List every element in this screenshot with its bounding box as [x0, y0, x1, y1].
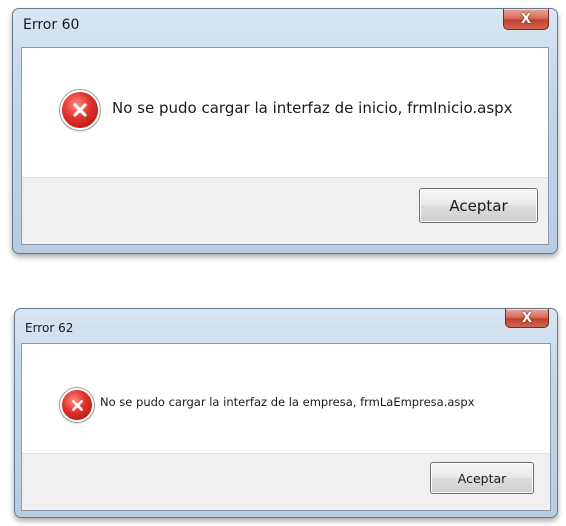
close-button[interactable]: X [505, 309, 549, 328]
close-icon: X [521, 310, 533, 326]
error-dialog-60: Error 60 X No se pudo cargar la interfaz… [12, 8, 558, 254]
error-icon [60, 388, 94, 422]
close-icon: X [520, 11, 532, 27]
dialog-body: No se pudo cargar la interfaz de inicio,… [21, 47, 549, 245]
error-dialog-62: Error 62 X No se pudo cargar la interfaz… [14, 308, 558, 518]
accept-button-label: Aceptar [457, 470, 507, 486]
accept-button[interactable]: Aceptar [430, 462, 534, 494]
dialog-body: No se pudo cargar la interfaz de la empr… [21, 343, 551, 511]
close-button[interactable]: X [503, 9, 549, 30]
accept-button-label: Aceptar [449, 196, 508, 215]
dialog-title: Error 60 [23, 17, 80, 33]
accept-button[interactable]: Aceptar [419, 188, 538, 223]
error-message: No se pudo cargar la interfaz de inicio,… [112, 99, 513, 117]
title-bar[interactable]: Error 62 X [15, 309, 557, 339]
error-message: No se pudo cargar la interfaz de la empr… [100, 395, 475, 409]
message-area: No se pudo cargar la interfaz de la empr… [22, 344, 550, 453]
button-bar: Aceptar [22, 177, 548, 244]
dialog-title: Error 62 [25, 321, 74, 335]
message-area: No se pudo cargar la interfaz de inicio,… [22, 48, 548, 177]
button-bar: Aceptar [22, 453, 550, 510]
error-icon [60, 90, 100, 130]
title-bar[interactable]: Error 60 X [13, 9, 557, 39]
